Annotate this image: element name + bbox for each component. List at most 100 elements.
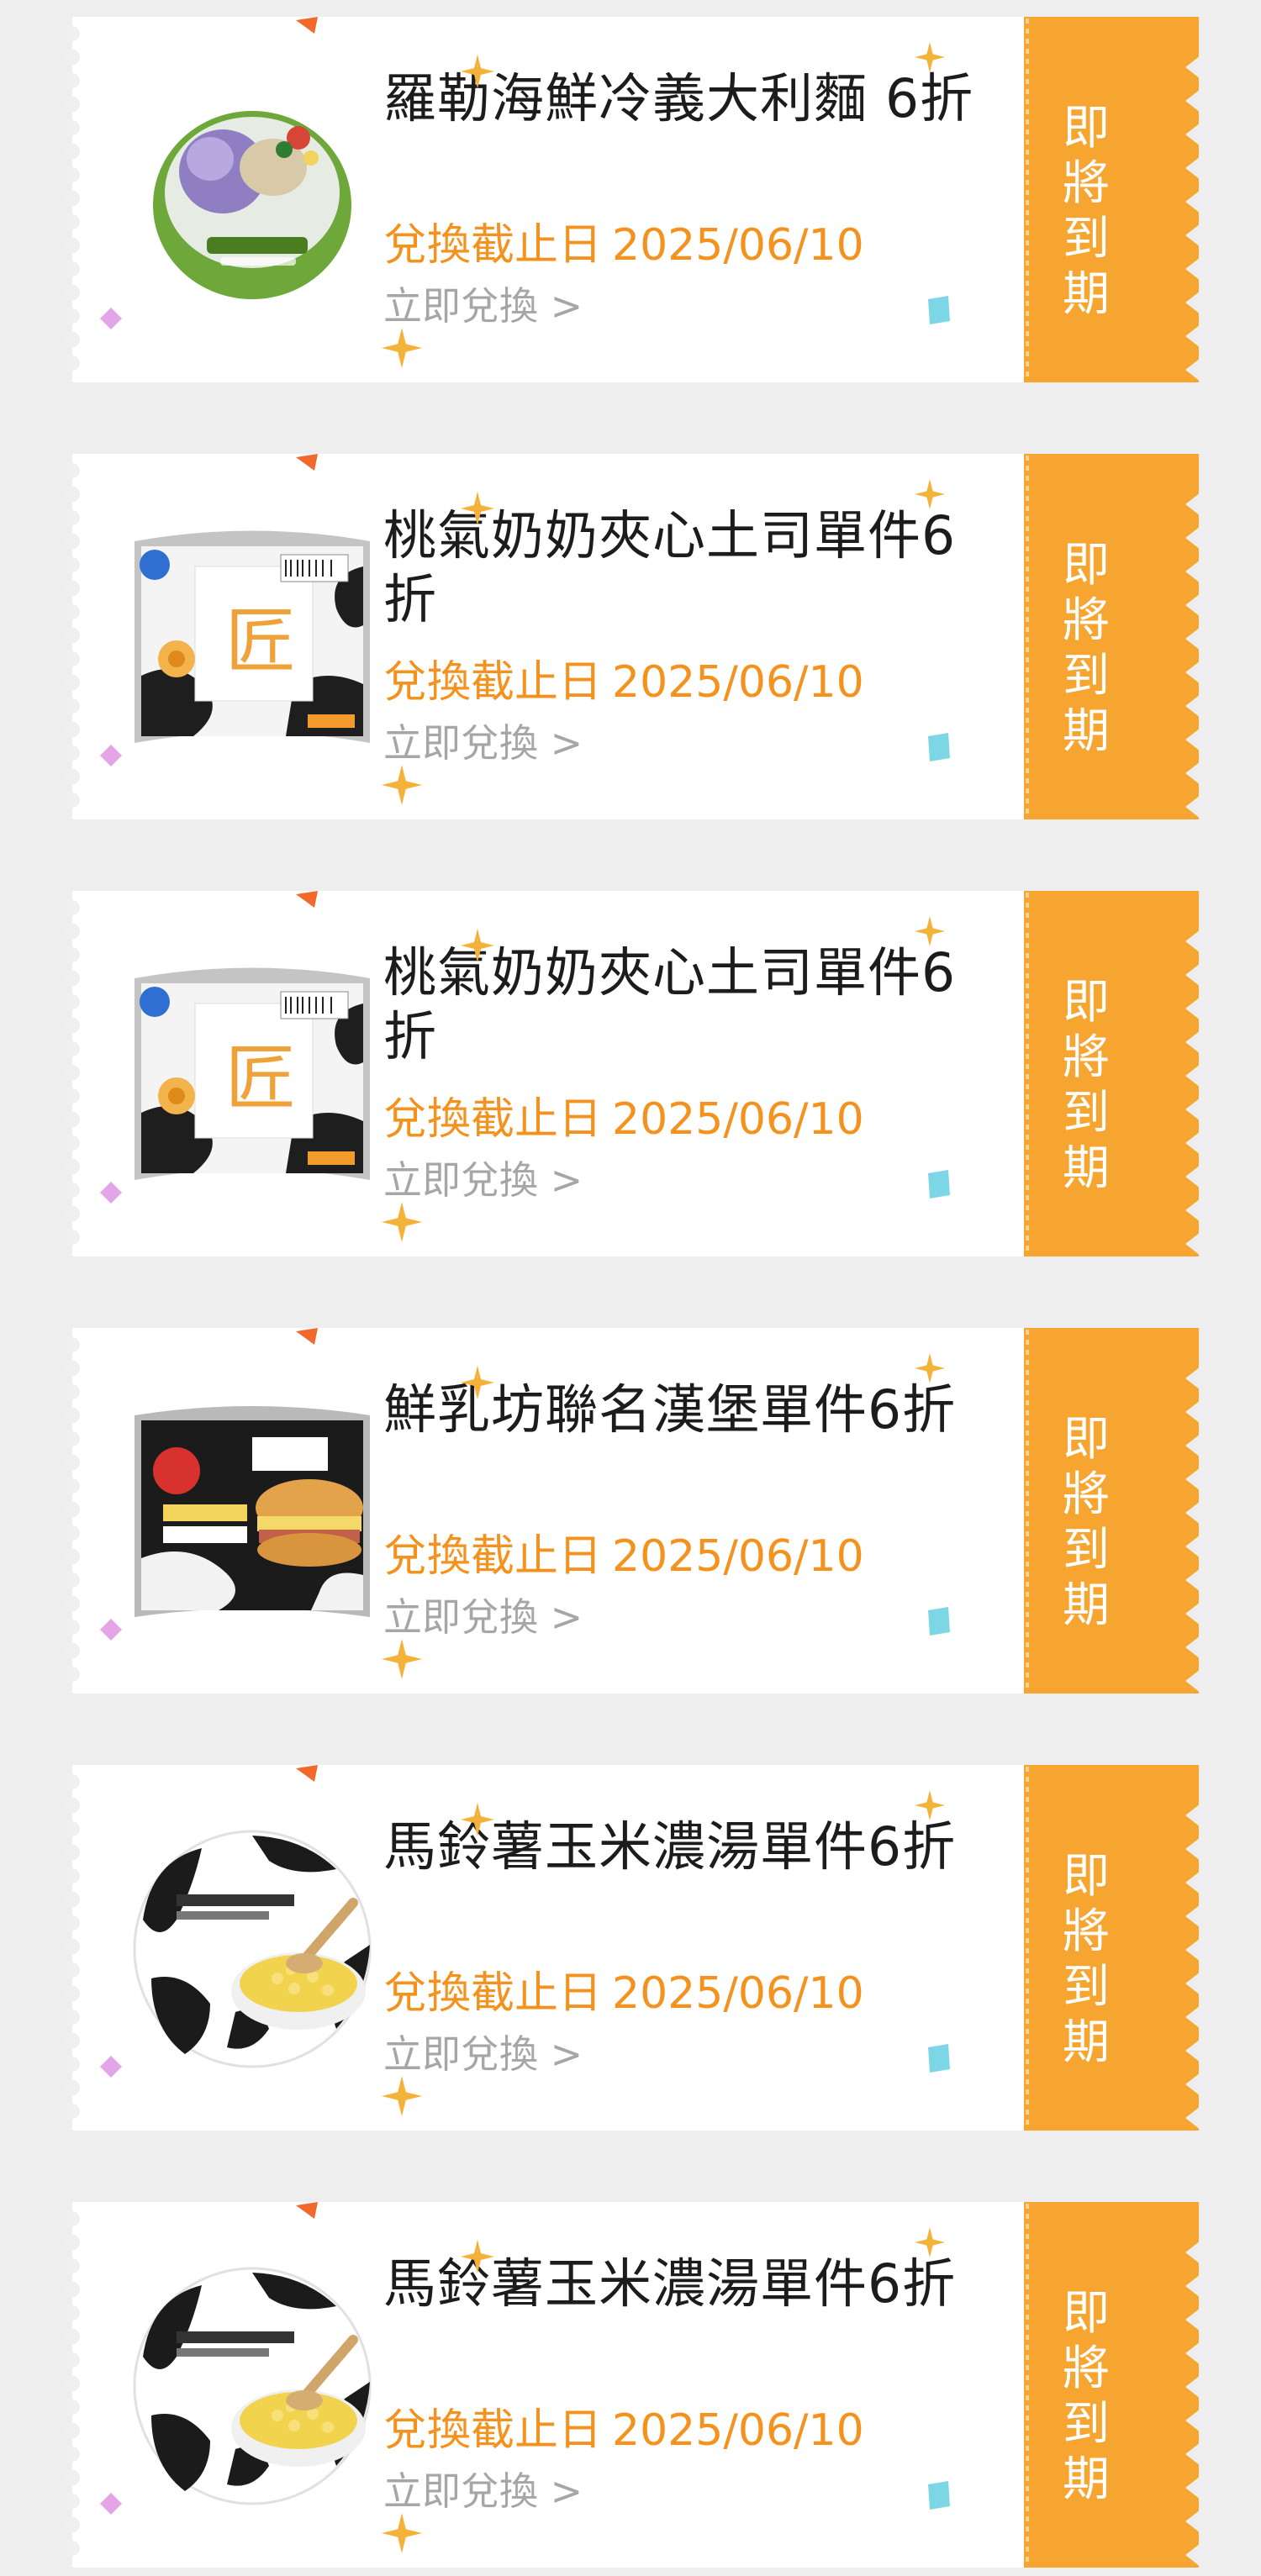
expiring-soon-badge: 即將到期 — [1027, 1336, 1200, 1685]
status-char: 將 — [1063, 1030, 1110, 1085]
expiring-soon-label: 即將到期 — [1027, 1412, 1145, 1634]
status-char: 將 — [1063, 593, 1110, 648]
confetti-icon — [100, 2056, 122, 2078]
sparkle-icon — [915, 1353, 945, 1383]
expiring-soon-label: 即將到期 — [1027, 538, 1145, 760]
expiry-label: 兌換截止日 — [383, 1968, 603, 2019]
expiry-value: 2025/06/10 — [612, 657, 864, 708]
coupon-card[interactable]: 羅勒海鮮冷義大利麵 6折 兌換截止日 2025/06/10 立即兌換 > 即將到期 — [62, 8, 1200, 391]
status-char: 期 — [1063, 267, 1110, 322]
status-char: 即 — [1063, 538, 1110, 593]
corn-soup-icon — [133, 1830, 372, 2068]
confetti-icon — [296, 2202, 318, 2219]
status-char: 期 — [1063, 2452, 1110, 2507]
confetti-icon — [296, 1328, 318, 1345]
expiry-value: 2025/06/10 — [612, 1531, 864, 1582]
status-char: 將 — [1063, 156, 1110, 211]
redeem-now-link[interactable]: 立即兌換 > — [383, 282, 583, 330]
confetti-icon — [928, 1607, 950, 1636]
expiring-soon-label: 即將到期 — [1027, 975, 1145, 1197]
expiring-soon-label: 即將到期 — [1027, 2286, 1145, 2508]
expiring-soon-label: 即將到期 — [1027, 101, 1145, 323]
sparkle-icon — [382, 765, 422, 805]
expiry-value: 2025/06/10 — [612, 220, 864, 271]
expiry-label: 兌換截止日 — [383, 1531, 603, 1582]
status-char: 即 — [1063, 975, 1110, 1030]
product-image: 匠 — [126, 953, 378, 1197]
confetti-icon — [100, 1182, 122, 1204]
confetti-icon — [100, 1619, 122, 1641]
confetti-icon — [100, 2493, 122, 2515]
confetti-icon — [296, 454, 318, 471]
status-char: 即 — [1063, 101, 1110, 155]
expiring-soon-badge: 即將到期 — [1027, 25, 1200, 374]
confetti-icon — [296, 1765, 318, 1782]
confetti-icon — [296, 17, 318, 34]
coupon-card[interactable]: 匠 桃氣奶奶夾心土司單件6折 兌換截止日 2025/06/10 立即兌換 > 即將… — [62, 882, 1200, 1265]
svg-text:匠: 匠 — [225, 600, 296, 682]
status-char: 到 — [1063, 2397, 1110, 2452]
redeem-now-link[interactable]: 立即兌換 > — [383, 2467, 583, 2515]
expiry-date: 兌換截止日 2025/06/10 — [383, 1093, 864, 1146]
sparkle-icon — [915, 1790, 945, 1820]
confetti-icon — [928, 2481, 950, 2510]
coupon-card[interactable]: 匠 桃氣奶奶夾心土司單件6折 兌換截止日 2025/06/10 立即兌換 > 即將… — [62, 445, 1200, 828]
confetti-icon — [928, 733, 950, 761]
sparkle-icon — [461, 492, 494, 525]
product-image — [126, 1390, 378, 1634]
status-char: 到 — [1063, 1523, 1110, 1578]
status-char: 到 — [1063, 212, 1110, 266]
coupon-card[interactable]: 馬鈴薯玉米濃湯單件6折 兌換截止日 2025/06/10 立即兌換 > 即將到期 — [62, 2194, 1200, 2576]
sparkle-icon — [915, 479, 945, 509]
sparkle-icon — [461, 1366, 494, 1399]
status-char: 將 — [1063, 1467, 1110, 1522]
product-image: 匠 — [126, 516, 378, 760]
confetti-icon — [100, 308, 122, 329]
confetti-icon — [928, 296, 950, 324]
status-char: 將 — [1063, 1904, 1110, 1959]
product-image — [126, 2264, 378, 2508]
status-char: 期 — [1063, 1141, 1110, 1196]
expiring-soon-label: 即將到期 — [1027, 1849, 1145, 2071]
expiry-label: 兌換截止日 — [383, 2405, 603, 2456]
toast-sandwich-icon: 匠 — [135, 530, 370, 743]
status-char: 到 — [1063, 1086, 1110, 1140]
coupon-card[interactable]: 馬鈴薯玉米濃湯單件6折 兌換截止日 2025/06/10 立即兌換 > 即將到期 — [62, 1757, 1200, 2139]
expiry-date: 兌換截止日 2025/06/10 — [383, 2404, 864, 2457]
toast-sandwich-icon: 匠 — [135, 967, 370, 1180]
sparkle-icon — [915, 42, 945, 72]
svg-text:匠: 匠 — [225, 1037, 296, 1119]
expiry-date: 兌換截止日 2025/06/10 — [383, 656, 864, 709]
expiry-label: 兌換截止日 — [383, 220, 603, 271]
expiring-soon-badge: 即將到期 — [1027, 2210, 1200, 2559]
status-char: 到 — [1063, 1960, 1110, 2015]
status-char: 即 — [1063, 1849, 1110, 1904]
coupon-card[interactable]: 鮮乳坊聯名漢堡單件6折 兌換截止日 2025/06/10 立即兌換 > 即將到期 — [62, 1320, 1200, 1702]
expiring-soon-badge: 即將到期 — [1027, 899, 1200, 1248]
expiry-date: 兌換截止日 2025/06/10 — [383, 1530, 864, 1583]
sparkle-icon — [915, 916, 945, 946]
sparkle-icon — [461, 929, 494, 962]
status-char: 期 — [1063, 1578, 1110, 1633]
redeem-now-link[interactable]: 立即兌換 > — [383, 1593, 583, 1641]
status-char: 即 — [1063, 1412, 1110, 1467]
burger-icon — [135, 1406, 370, 1617]
redeem-now-link[interactable]: 立即兌換 > — [383, 719, 583, 767]
expiry-label: 兌換截止日 — [383, 657, 603, 708]
sparkle-icon — [382, 1202, 422, 1242]
status-char: 即 — [1063, 2286, 1110, 2341]
sparkle-icon — [382, 2076, 422, 2116]
sparkle-icon — [461, 2240, 494, 2273]
sparkle-icon — [461, 55, 494, 88]
sparkle-icon — [382, 1639, 422, 1679]
sparkle-icon — [382, 2513, 422, 2553]
coupon-list: 羅勒海鮮冷義大利麵 6折 兌換截止日 2025/06/10 立即兌換 > 即將到期 — [0, 0, 1261, 2568]
redeem-now-link[interactable]: 立即兌換 > — [383, 2030, 583, 2078]
expiry-label: 兌換截止日 — [383, 1094, 603, 1145]
expiry-value: 2025/06/10 — [612, 1968, 864, 2019]
status-char: 將 — [1063, 2342, 1110, 2396]
product-image — [126, 79, 378, 323]
redeem-now-link[interactable]: 立即兌換 > — [383, 1156, 583, 1204]
confetti-icon — [100, 745, 122, 766]
status-char: 到 — [1063, 649, 1110, 703]
